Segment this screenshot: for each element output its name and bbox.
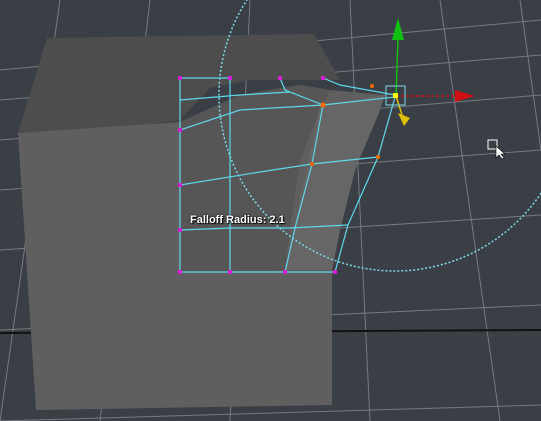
x-axis-arrow-icon[interactable] (455, 90, 475, 102)
falloff-radius-label: Falloff Radius: (190, 214, 267, 226)
falloff-radius-value: 2.1 (269, 214, 285, 226)
y-axis-handle[interactable] (395, 37, 399, 97)
move-manipulator[interactable] (385, 18, 475, 126)
z-axis-arrow-icon[interactable] (398, 113, 410, 126)
3d-viewport[interactable]: Falloff Radius: 2.1 (0, 0, 541, 421)
move-pointer-icon (487, 139, 506, 160)
falloff-radius-readout: Falloff Radius: 2.1 (190, 214, 285, 226)
y-axis-arrow-icon[interactable] (392, 18, 404, 40)
manipulator-center-icon[interactable] (393, 93, 398, 98)
scene-canvas[interactable] (0, 0, 541, 421)
